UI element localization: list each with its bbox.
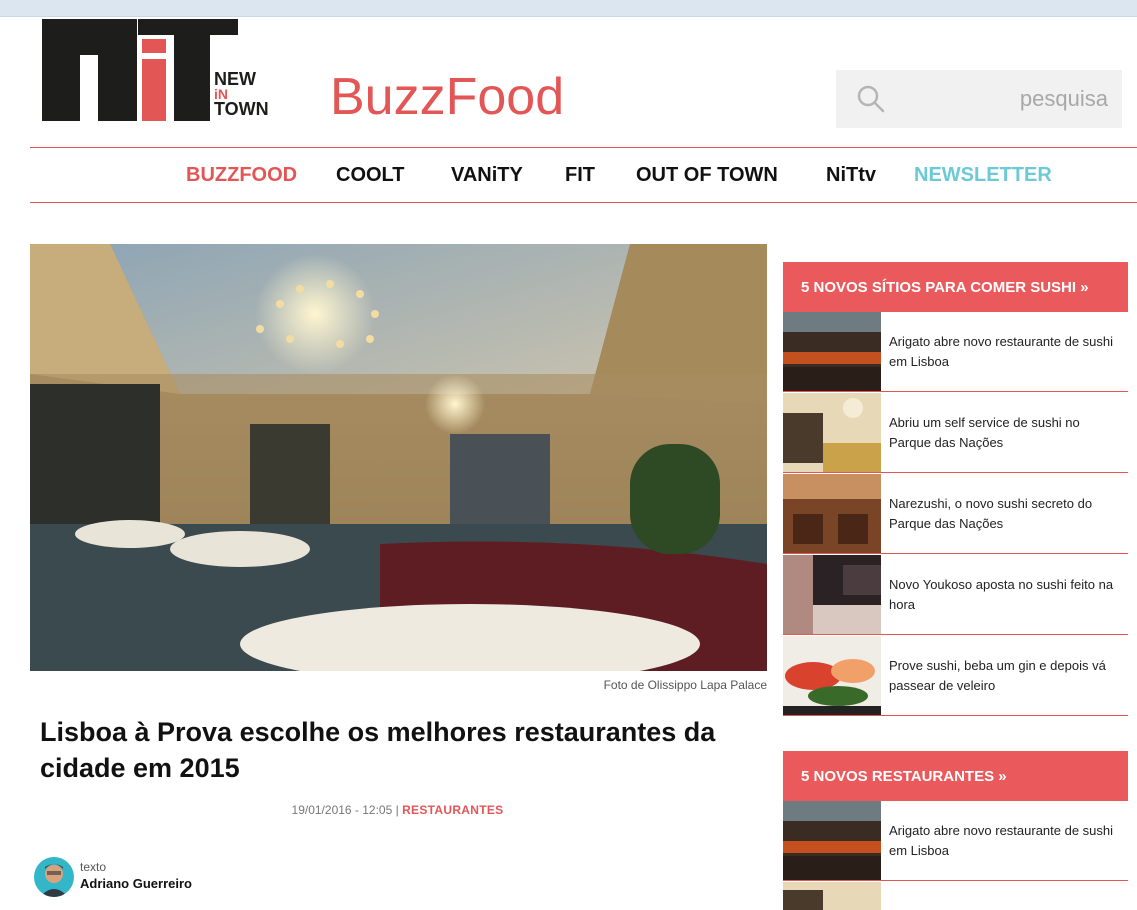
nav-item-newsletter[interactable]: NEWSLETTER: [914, 164, 1052, 187]
sidebar-thumbnail[interactable]: [783, 393, 881, 472]
sidebar-item-title[interactable]: Novo Youkoso aposta no sushi feito na ho…: [889, 575, 1123, 615]
photo-caption: Foto de Olissippo Lapa Palace: [603, 678, 767, 692]
browser-top-strip: [0, 0, 1137, 17]
sidebar-thumbnail[interactable]: [783, 801, 881, 880]
nav-item-nittv[interactable]: NiTtv: [826, 164, 876, 187]
sidebar-heading-restaurants[interactable]: 5 NOVOS RESTAURANTES »: [783, 751, 1128, 801]
logo-text: NEW iN TOWN: [214, 69, 269, 119]
author-label: texto: [80, 860, 107, 874]
sidebar-item-title[interactable]: Narezushi, o novo sushi secreto do Parqu…: [889, 494, 1123, 534]
nav-item-fit[interactable]: FIT: [565, 164, 595, 187]
search-box[interactable]: pesquisa: [836, 70, 1122, 128]
sidebar-list-item[interactable]: Prove sushi, beba um gin e depois vá pas…: [783, 636, 1128, 716]
nav-item-coolt[interactable]: COOLT: [336, 164, 405, 187]
search-input[interactable]: pesquisa: [1020, 86, 1108, 112]
sidebar-list-item[interactable]: Novo Youkoso aposta no sushi feito na ho…: [783, 555, 1128, 635]
sidebar-list-item[interactable]: Abriu um self service de sushi no Parque…: [783, 393, 1128, 473]
search-icon[interactable]: [856, 84, 886, 114]
sidebar-thumbnail[interactable]: [783, 312, 881, 391]
article-category-link[interactable]: RESTAURANTES: [402, 803, 503, 817]
nav-bottom-divider: [30, 202, 1137, 203]
nav-item-out-of-town[interactable]: OUT OF TOWN: [636, 164, 778, 187]
author-name[interactable]: Adriano Guerreiro: [80, 876, 192, 891]
author-avatar[interactable]: [34, 857, 74, 897]
nav-item-vanity[interactable]: VANiTY: [451, 164, 523, 187]
main-nav: BUZZFOOD COOLT VANiTY FIT OUT OF TOWN Ni…: [0, 153, 1137, 193]
article-hero-photo[interactable]: [30, 244, 767, 671]
sidebar-list-item[interactable]: Arigato abre novo restaurante de sushi e…: [783, 312, 1128, 392]
article-title: Lisboa à Prova escolhe os melhores resta…: [40, 717, 716, 783]
nav-top-divider: [30, 147, 1137, 148]
article-date: 19/01/2016 - 12:05 |: [291, 803, 399, 817]
sidebar-item-title[interactable]: Arigato abre novo restaurante de sushi e…: [889, 821, 1123, 861]
sidebar-thumbnail[interactable]: [783, 474, 881, 553]
nit-logo[interactable]: NEW iN TOWN: [42, 19, 282, 123]
sidebar-thumbnail[interactable]: [783, 882, 881, 910]
sidebar-item-title[interactable]: Prove sushi, beba um gin e depois vá pas…: [889, 656, 1123, 696]
nav-item-buzzfood[interactable]: BUZZFOOD: [186, 164, 297, 187]
sidebar-thumbnail[interactable]: [783, 636, 881, 715]
sidebar-item-title[interactable]: Arigato abre novo restaurante de sushi e…: [889, 332, 1123, 372]
section-brand-title[interactable]: BuzzFood: [330, 67, 564, 127]
sidebar-heading-sushi[interactable]: 5 NOVOS SÍTIOS PARA COMER SUSHI »: [783, 262, 1128, 312]
sidebar-list-item-partial[interactable]: [783, 882, 1128, 910]
article-meta: 19/01/2016 - 12:05 | RESTAURANTES: [0, 803, 795, 817]
sidebar-item-title[interactable]: Abriu um self service de sushi no Parque…: [889, 413, 1123, 453]
page: NEW iN TOWN BuzzFood pesquisa BUZZFOOD C…: [0, 17, 1137, 910]
sidebar-thumbnail[interactable]: [783, 555, 881, 634]
sidebar-list-item[interactable]: Arigato abre novo restaurante de sushi e…: [783, 801, 1128, 881]
sidebar-list-item[interactable]: Narezushi, o novo sushi secreto do Parqu…: [783, 474, 1128, 554]
